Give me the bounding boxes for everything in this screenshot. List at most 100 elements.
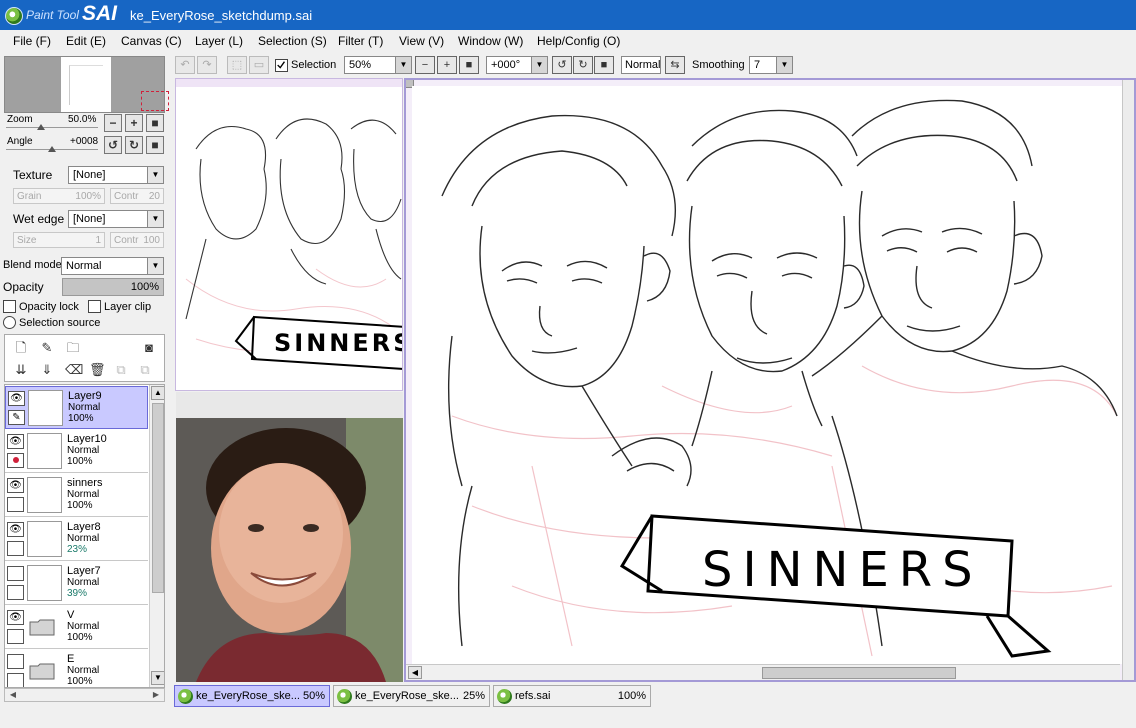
zoom-slider-handle[interactable] — [37, 124, 45, 130]
chevron-down-icon: ▼ — [147, 167, 163, 183]
deselect-button[interactable]: ⬚ — [227, 56, 247, 74]
new-folder-icon[interactable]: 🗀 — [65, 340, 81, 356]
scroll-right-icon[interactable]: ▶ — [149, 689, 163, 701]
eye-icon[interactable]: 👁 — [7, 478, 24, 493]
layer-mask-icon[interactable]: ◙ — [141, 340, 157, 356]
reference-photo-view[interactable] — [176, 418, 403, 682]
toolbar-zoom-in-button[interactable]: + — [437, 56, 457, 74]
angle-value: +0008 — [70, 136, 99, 147]
rotate-left-icon: ↺ — [557, 59, 567, 71]
menu-canvas[interactable]: Canvas (C) — [121, 34, 182, 48]
plus-icon: + — [443, 59, 451, 71]
new-layer-icon[interactable]: 🗋 — [13, 340, 29, 356]
menu-help-config[interactable]: Help/Config (O) — [537, 34, 620, 48]
scroll-left-icon[interactable]: ◀ — [6, 689, 20, 701]
merge-down-icon[interactable]: ⇓ — [39, 362, 55, 378]
canvas-banner-text: SINNERS — [702, 542, 983, 598]
layer-option-box — [7, 629, 24, 644]
tab-document-3[interactable]: refs.sai 100% — [493, 685, 651, 707]
rotate-right-icon: ↻ — [578, 59, 588, 71]
zoom-out-button[interactable]: − — [104, 114, 122, 132]
toolbar-rotate-reset-button[interactable]: ■ — [594, 56, 614, 74]
trash-icon[interactable]: 🗑 — [89, 362, 106, 378]
eye-icon[interactable]: 👁 — [7, 434, 24, 449]
zoom-in-button[interactable]: + — [125, 114, 143, 132]
layer-row[interactable]: Layer7 Normal 39% — [5, 562, 148, 605]
layer-row[interactable]: 👁 sinners Normal 100% — [5, 474, 148, 517]
wet-edge-dropdown[interactable]: [None] ▼ — [68, 210, 164, 228]
angle-slider-handle[interactable] — [48, 146, 56, 152]
zoom-value: 50.0% — [68, 114, 97, 125]
layer-row[interactable]: 👁 Layer8 Normal 23% — [5, 518, 148, 561]
invert-selection-button[interactable]: ▭ — [249, 56, 269, 74]
navigator-preview[interactable] — [4, 56, 169, 113]
undo-icon: ↶ — [180, 59, 190, 71]
menu-view[interactable]: View (V) — [399, 34, 444, 48]
tab-document-2[interactable]: ke_EveryRose_ske... 25% — [333, 685, 490, 707]
menu-edit[interactable]: Edit (E) — [66, 34, 106, 48]
rotate-left-button[interactable]: ↺ — [104, 136, 122, 154]
square-icon: ■ — [465, 59, 473, 71]
rotate-reset-button[interactable]: ■ — [146, 136, 164, 154]
main-canvas-vscroll[interactable] — [1122, 80, 1134, 680]
transfer-down-icon[interactable]: ⇊ — [13, 362, 29, 378]
eye-icon[interactable]: 👁 — [8, 391, 25, 406]
scroll-down-icon[interactable]: ▼ — [151, 671, 164, 685]
selection-source-radio[interactable] — [3, 316, 16, 329]
layer-row[interactable]: 👁 V Normal 100% — [5, 606, 148, 649]
navigator-view-rect[interactable] — [141, 91, 169, 111]
menu-layer[interactable]: Layer (L) — [195, 34, 243, 48]
menu-file[interactable]: File (F) — [13, 34, 51, 48]
smoothing-dropdown[interactable]: 7 ▼ — [749, 56, 793, 74]
toolbar-rotate-left-button[interactable]: ↺ — [552, 56, 572, 74]
zoom-reset-button[interactable]: ■ — [146, 114, 164, 132]
toolbar-rotate-right-button[interactable]: ↻ — [573, 56, 593, 74]
menu-selection[interactable]: Selection (S) — [258, 34, 327, 48]
undo-button[interactable]: ↶ — [175, 56, 195, 74]
hidden-eye-box[interactable] — [7, 566, 24, 581]
menu-filter[interactable]: Filter (T) — [338, 34, 383, 48]
layer-row[interactable]: 👁 Layer10 Normal 100% — [5, 430, 148, 473]
eye-icon[interactable]: 👁 — [7, 610, 24, 625]
canvas-paper[interactable]: SINNERS — [412, 86, 1124, 664]
tab-document-1[interactable]: ke_EveryRose_ske... 50% — [174, 685, 330, 707]
toolbar-zoom-out-button[interactable]: − — [415, 56, 435, 74]
view-mode-dropdown[interactable]: Normal — [621, 56, 661, 74]
angle-dropdown[interactable]: +000° ▼ — [486, 56, 548, 74]
document-icon — [178, 689, 193, 704]
layer-thumbnail — [27, 565, 62, 601]
blend-mode-dropdown[interactable]: Normal ▼ — [61, 257, 164, 275]
hidden-eye-box[interactable] — [7, 654, 24, 669]
redo-button[interactable]: ↷ — [197, 56, 217, 74]
opacity-slider[interactable]: 100% — [62, 278, 164, 296]
clear-layer-icon[interactable]: ⌫ — [65, 362, 83, 378]
chevron-down-icon: ▼ — [531, 57, 547, 73]
layer-list-scrollbar[interactable]: ▲ ▼ — [149, 385, 164, 687]
menu-window[interactable]: Window (W) — [458, 34, 523, 48]
toolbar-zoom-reset-button[interactable]: ■ — [459, 56, 479, 74]
layer-row[interactable]: E Normal 100% — [5, 650, 148, 687]
zoom-dropdown[interactable]: 50% ▼ — [344, 56, 412, 74]
texture-dropdown[interactable]: [None] ▼ — [68, 166, 164, 184]
document-icon — [497, 689, 512, 704]
square-icon: ■ — [151, 138, 159, 152]
eye-icon[interactable]: 👁 — [7, 522, 24, 537]
opacity-lock-checkbox[interactable] — [3, 300, 16, 313]
scroll-up-icon[interactable]: ▲ — [151, 386, 164, 400]
layer-clip-checkbox[interactable] — [88, 300, 101, 313]
rotate-right-button[interactable]: ↻ — [125, 136, 143, 154]
left-panel-hscroll[interactable]: ◀ ▶ — [4, 688, 165, 702]
main-canvas-view[interactable]: SINNERS — [404, 78, 1136, 682]
grain-field: Grain 100% — [13, 188, 105, 204]
layer-row[interactable]: 👁 ✎ Layer9 Normal 100% — [5, 386, 148, 429]
main-canvas-hscroll[interactable]: ◀ — [406, 664, 1120, 680]
selection-checkbox[interactable] — [275, 59, 288, 72]
navigator-thumbnail — [61, 57, 169, 112]
flip-button[interactable]: ⇆ — [665, 56, 685, 74]
secondary-canvas-view[interactable]: SINNERS — [175, 78, 403, 391]
new-linework-layer-icon[interactable]: ✎ — [39, 340, 55, 356]
main-hscroll-thumb[interactable] — [762, 667, 956, 679]
scroll-left-icon[interactable]: ◀ — [408, 666, 422, 679]
scroll-thumb[interactable] — [152, 403, 164, 593]
zoom-slider[interactable] — [6, 127, 98, 128]
